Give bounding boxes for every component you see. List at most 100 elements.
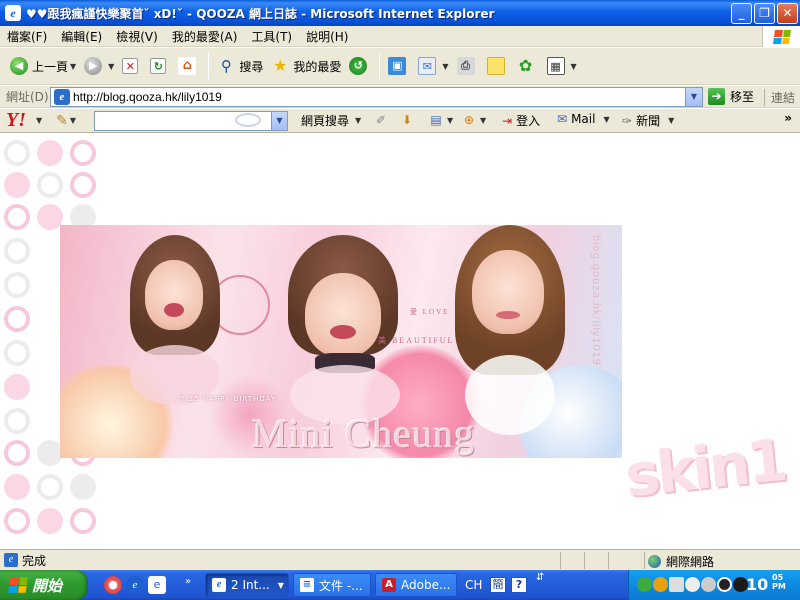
taskbar-item-document[interactable]: ≡ 文件 -... — [293, 573, 371, 597]
address-dropdown-icon[interactable]: ▼ — [685, 88, 702, 106]
note-icon — [486, 57, 505, 75]
yahoo-search-dropdown-icon[interactable]: ▼ — [271, 112, 287, 130]
mail-icon: ✉ — [557, 112, 568, 126]
web-search-dropdown-icon[interactable]: ▼ — [355, 116, 361, 125]
network-tray-icon[interactable] — [669, 577, 684, 592]
minimize-button[interactable]: _ — [731, 3, 752, 24]
bookmark-icon[interactable]: ⬇ — [398, 113, 416, 129]
globe-icon — [648, 555, 661, 568]
pencil-icon[interactable]: ✎ — [56, 113, 68, 129]
menu-file[interactable]: 檔案(F) — [0, 28, 54, 45]
blog-banner-image[interactable]: 愛 LOVE 美 BEAUTIFUL 7.25 HAPPY BIRTHDAY M… — [60, 225, 622, 458]
target-icon[interactable]: ⊕ — [460, 113, 478, 129]
decor-dot — [4, 408, 30, 434]
standard-toolbar: ◀ 上一頁 ▼ ▶ ▼ ✕ ↻ ⌂ ⚲ 搜尋 ★ 我的最愛 ↺ ▣ ✉ ▼ ⎙ … — [0, 48, 800, 85]
menu-view[interactable]: 檢視(V) — [109, 28, 165, 45]
news-button[interactable]: ✑ 新聞 ▼ — [622, 112, 674, 129]
print-button[interactable]: ⎙ — [453, 51, 483, 81]
favorites-button[interactable]: ★ 我的最愛 — [267, 51, 345, 81]
media-button[interactable]: ▣ — [384, 51, 414, 81]
go-button[interactable]: ➔ 移至 — [708, 88, 754, 105]
links-button[interactable]: 連結 — [764, 89, 795, 106]
clock-minutes: 05 — [772, 573, 784, 582]
mail-button-yahoo[interactable]: ✉ Mail ▼ — [557, 112, 610, 126]
start-label: 開始 — [32, 576, 63, 595]
language-indicator[interactable]: CH — [465, 578, 482, 592]
search-button[interactable]: ⚲ 搜尋 — [213, 51, 267, 81]
menu-tools[interactable]: 工具(T) — [244, 28, 299, 45]
history-button[interactable]: ↺ — [345, 51, 375, 81]
clock-hour: 10 — [746, 575, 769, 594]
mail-button[interactable]: ✉ ▼ — [414, 51, 452, 81]
user-tray-icon[interactable] — [637, 577, 652, 592]
window-title-bar[interactable]: e ♥♥跟我瘋謹快樂聚首ˇ xD!ˇ - QOOZA 網上日誌 - Micros… — [0, 0, 800, 26]
window-dropdown-icon[interactable]: ▼ — [447, 116, 453, 125]
target-dropdown-icon[interactable]: ▼ — [480, 116, 486, 125]
clock[interactable]: 10 05 PM — [746, 573, 786, 594]
menu-help[interactable]: 說明(H) — [299, 28, 355, 45]
page-done-icon: e — [4, 553, 18, 567]
display-tray-icon[interactable] — [701, 577, 716, 592]
security-tray-icon[interactable] — [717, 577, 732, 592]
messenger-button[interactable]: ✿ — [513, 51, 543, 81]
login-button[interactable]: ⇥ 登入 — [502, 112, 540, 129]
messenger-quicklaunch-icon[interactable]: ● — [104, 576, 122, 594]
decor-dot — [4, 238, 30, 264]
windows-flag-icon — [8, 577, 28, 593]
help-icon[interactable]: ? — [511, 577, 527, 593]
address-input[interactable]: e http://blog.qooza.hk/lily1019 ▼ — [50, 87, 703, 107]
yahoo-search-input[interactable]: ▼ — [94, 111, 288, 131]
address-url[interactable]: http://blog.qooza.hk/lily1019 — [73, 90, 222, 104]
favorites-label: 我的最愛 — [293, 59, 342, 74]
mail-dropdown-icon[interactable]: ▼ — [442, 62, 448, 71]
task-group-dropdown-icon[interactable]: ▼ — [278, 581, 284, 590]
mail-dropdown-icon[interactable]: ▼ — [603, 115, 609, 124]
menu-edit[interactable]: 編輯(E) — [54, 28, 109, 45]
research-dropdown-icon[interactable]: ▼ — [571, 62, 577, 71]
taskbar-item-adobe[interactable]: A Adobe... — [375, 573, 457, 597]
flower-tray-icon[interactable] — [653, 577, 668, 592]
forward-button[interactable]: ▶ ▼ — [80, 51, 118, 81]
forward-dropdown-icon[interactable]: ▼ — [108, 62, 114, 71]
back-dropdown-icon[interactable]: ▼ — [70, 62, 76, 71]
news-label: 新聞 — [636, 114, 661, 128]
stop-button[interactable]: ✕ — [118, 51, 146, 81]
decor-dot — [4, 172, 30, 198]
research-button[interactable]: ▦ ▼ — [543, 51, 581, 81]
search-label: 搜尋 — [239, 59, 264, 74]
web-search-button[interactable]: 網頁搜尋 ▼ — [301, 112, 361, 129]
yahoo-menu-dropdown-icon[interactable]: ▼ — [36, 116, 42, 125]
security-zone[interactable]: 網際網路 — [648, 553, 714, 570]
window-icon[interactable]: ▤ — [427, 113, 445, 129]
desktop-quicklaunch-icon[interactable]: e — [148, 576, 166, 594]
decor-dot — [70, 140, 96, 166]
clock-ampm: PM — [772, 582, 786, 591]
highlight-icon[interactable]: ✐ — [372, 113, 390, 129]
ime-icon[interactable]: 簡 — [490, 577, 506, 593]
refresh-button[interactable]: ↻ — [146, 51, 174, 81]
web-search-label: 網頁搜尋 — [301, 114, 350, 128]
back-button[interactable]: ◀ 上一頁 ▼ — [6, 51, 80, 81]
portrait-center-face — [305, 273, 381, 357]
taskbar-item-ie[interactable]: e 2 Int... ▼ — [205, 573, 289, 597]
page-icon: e — [54, 89, 70, 105]
quicklaunch-expand-icon[interactable]: » — [185, 576, 191, 587]
yahoo-logo[interactable]: Y! — [6, 109, 26, 132]
home-button[interactable]: ⌂ — [174, 51, 204, 81]
more-chevron-icon[interactable]: » — [784, 111, 792, 125]
portrait-right-mouth — [496, 311, 520, 319]
windows-logo-icon — [762, 26, 800, 47]
go-label: 移至 — [730, 90, 755, 104]
start-button[interactable]: 開始 — [0, 570, 88, 600]
banner-love-text: 愛 LOVE — [410, 308, 450, 316]
volume-tray-icon[interactable] — [685, 577, 700, 592]
ie-quicklaunch-icon[interactable]: e — [126, 576, 144, 594]
ime-options-icon[interactable]: ⇵ — [536, 572, 544, 583]
news-dropdown-icon[interactable]: ▼ — [668, 116, 674, 125]
edit-button[interactable] — [483, 51, 513, 81]
clock-suffix: 05 PM — [772, 573, 786, 591]
maximize-button[interactable]: ❐ — [754, 3, 775, 24]
pencil-dropdown-icon[interactable]: ▼ — [70, 116, 76, 125]
menu-favorites[interactable]: 我的最愛(A) — [165, 28, 245, 45]
close-button[interactable]: ✕ — [777, 3, 798, 24]
